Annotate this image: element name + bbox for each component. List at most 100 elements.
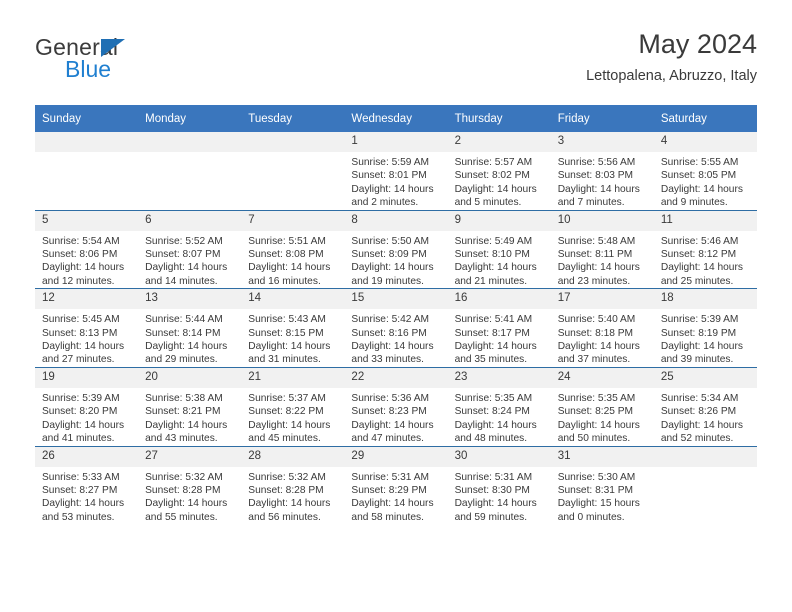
calendar-day-cell[interactable]: 13 Sunrise: 5:44 AM Sunset: 8:14 PM Dayligh…	[138, 288, 242, 368]
calendar-day-cell[interactable]: 30 Sunrise: 5:31 AM Sunset: 8:30 PM Dayligh…	[447, 445, 551, 525]
calendar-day-cell[interactable]: 18 Sunrise: 5:39 AM Sunset: 8:19 PM Dayligh…	[653, 288, 757, 368]
page-title: May 2024	[638, 29, 757, 59]
sunset-text: Sunset: 8:12 PM	[660, 249, 737, 261]
day-number: 30	[447, 446, 551, 467]
sunset-text: Sunset: 8:03 PM	[557, 170, 634, 182]
calendar-day-cell[interactable]: 19 Sunrise: 5:39 AM Sunset: 8:20 PM Dayligh…	[35, 366, 139, 446]
daylight-text: Daylight: 14 hours and 56 minutes.	[248, 498, 331, 523]
calendar-day-cell[interactable]: 9 Sunrise: 5:49 AM Sunset: 8:10 PM Daylight…	[447, 209, 551, 289]
calendar-day-cell[interactable]: 16 Sunrise: 5:41 AM Sunset: 8:17 PM Dayligh…	[447, 288, 551, 368]
daylight-text: Daylight: 14 hours and 43 minutes.	[145, 419, 228, 445]
calendar-day-cell[interactable]: 5 Sunrise: 5:54 AM Sunset: 8:06 PM Daylight…	[35, 209, 139, 289]
calendar-day-cell[interactable]: 15 Sunrise: 5:42 AM Sunset: 8:16 PM Dayligh…	[344, 288, 448, 368]
day-number: 19	[35, 367, 139, 388]
calendar-day-cell[interactable]: 7 Sunrise: 5:51 AM Sunset: 8:08 PM Daylight…	[241, 209, 345, 289]
calendar-day-cell[interactable]: 25 Sunrise: 5:34 AM Sunset: 8:26 PM Dayligh…	[653, 366, 757, 446]
calendar-day-cell[interactable]: 6 Sunrise: 5:52 AM Sunset: 8:07 PM Daylight…	[138, 209, 242, 289]
daylight-text: Daylight: 14 hours and 52 minutes.	[660, 419, 743, 445]
calendar-day-cell[interactable]: 4 Sunrise: 5:55 AM Sunset: 8:05 PM Daylight…	[653, 132, 757, 211]
calendar-day-cell-empty	[241, 132, 345, 211]
daylight-text: Daylight: 14 hours and 59 minutes.	[454, 498, 537, 523]
day-details: Sunrise: 5:54 AM Sunset: 8:06 PM Daylight:…	[35, 231, 138, 289]
calendar-day-cell[interactable]: 24 Sunrise: 5:35 AM Sunset: 8:25 PM Dayligh…	[550, 366, 654, 446]
calendar-day-cell[interactable]: 22 Sunrise: 5:36 AM Sunset: 8:23 PM Dayligh…	[344, 366, 448, 446]
calendar-day-cell[interactable]: 23 Sunrise: 5:35 AM Sunset: 8:24 PM Dayligh…	[447, 366, 551, 446]
page-subtitle: Lettopalena, Abruzzo, Italy	[586, 68, 757, 84]
sunrise-text: Sunrise: 5:30 AM	[557, 471, 636, 483]
calendar-day-cell[interactable]: 21 Sunrise: 5:37 AM Sunset: 8:22 PM Dayligh…	[241, 366, 345, 446]
day-number: 3	[550, 132, 654, 152]
day-number: 18	[653, 289, 757, 310]
sunset-text: Sunset: 8:01 PM	[351, 170, 427, 182]
sunset-text: Sunset: 8:28 PM	[248, 484, 324, 496]
calendar-day-cell[interactable]: 26 Sunrise: 5:33 AM Sunset: 8:27 PM Dayligh…	[35, 445, 139, 525]
daylight-text: Daylight: 14 hours and 23 minutes.	[557, 262, 640, 287]
calendar-week-row: 5 Sunrise: 5:54 AM Sunset: 8:06 PM Daylight…	[35, 209, 757, 289]
day-details: Sunrise: 5:45 AM Sunset: 8:13 PM Daylight:…	[35, 309, 138, 367]
sunrise-text: Sunrise: 5:35 AM	[557, 392, 636, 404]
calendar-header-row: Sunday Monday Tuesday Wednesday Thursday Frid…	[35, 105, 757, 132]
weekday-header-saturday: Saturday	[653, 105, 757, 132]
daylight-text: Daylight: 14 hours and 9 minutes.	[660, 183, 743, 209]
daylight-text: Daylight: 14 hours and 5 minutes.	[454, 183, 537, 209]
day-number: 22	[344, 367, 448, 388]
sunset-text: Sunset: 8:07 PM	[145, 249, 221, 261]
calendar-day-cell[interactable]: 14 Sunrise: 5:43 AM Sunset: 8:15 PM Dayligh…	[241, 288, 345, 368]
day-number: 31	[550, 446, 654, 467]
day-number: 14	[241, 289, 345, 310]
calendar-day-cell[interactable]: 11 Sunrise: 5:46 AM Sunset: 8:12 PM Dayligh…	[653, 209, 757, 289]
calendar-day-cell[interactable]: 31 Sunrise: 5:30 AM Sunset: 8:31 PM Dayligh…	[550, 445, 654, 525]
day-details: Sunrise: 5:38 AM Sunset: 8:21 PM Daylight:…	[138, 388, 241, 446]
daylight-text: Daylight: 14 hours and 19 minutes.	[351, 262, 434, 287]
day-details: Sunrise: 5:43 AM Sunset: 8:15 PM Daylight:…	[241, 309, 344, 367]
daylight-text: Daylight: 14 hours and 35 minutes.	[454, 341, 537, 366]
sunrise-text: Sunrise: 5:37 AM	[248, 392, 326, 404]
sunrise-text: Sunrise: 5:42 AM	[351, 314, 430, 326]
calendar-day-cell[interactable]: 8 Sunrise: 5:50 AM Sunset: 8:09 PM Daylight…	[344, 209, 448, 289]
calendar-week-row: 12 Sunrise: 5:45 AM Sunset: 8:13 PM Dayligh…	[35, 288, 757, 368]
calendar-day-cell[interactable]: 17 Sunrise: 5:40 AM Sunset: 8:18 PM Dayligh…	[550, 288, 654, 368]
sunset-text: Sunset: 8:21 PM	[145, 406, 221, 418]
daylight-text: Daylight: 14 hours and 27 minutes.	[42, 341, 125, 366]
day-number: 20	[138, 367, 242, 388]
day-number: 11	[653, 210, 757, 231]
calendar-day-cell[interactable]: 2 Sunrise: 5:57 AM Sunset: 8:02 PM Daylight…	[447, 132, 551, 211]
daylight-text: Daylight: 14 hours and 25 minutes.	[660, 262, 743, 287]
calendar-day-cell[interactable]: 10 Sunrise: 5:48 AM Sunset: 8:11 PM Dayligh…	[550, 209, 654, 289]
day-number: 5	[35, 210, 139, 231]
daylight-text: Daylight: 14 hours and 16 minutes.	[248, 262, 331, 287]
day-details: Sunrise: 5:55 AM Sunset: 8:05 PM Daylight:…	[654, 152, 757, 210]
calendar-day-cell[interactable]: 3 Sunrise: 5:56 AM Sunset: 8:03 PM Daylight…	[550, 132, 654, 211]
day-details: Sunrise: 5:31 AM Sunset: 8:29 PM Daylight:…	[344, 467, 447, 525]
daylight-text: Daylight: 14 hours and 2 minutes.	[351, 183, 434, 209]
day-details: Sunrise: 5:39 AM Sunset: 8:20 PM Daylight:…	[35, 388, 138, 446]
day-details: Sunrise: 5:32 AM Sunset: 8:28 PM Daylight:…	[241, 467, 344, 525]
weekday-header-sunday: Sunday	[35, 105, 139, 132]
sunrise-text: Sunrise: 5:39 AM	[660, 314, 739, 326]
sunrise-text: Sunrise: 5:32 AM	[145, 471, 223, 483]
calendar-day-cell[interactable]: 28 Sunrise: 5:32 AM Sunset: 8:28 PM Dayligh…	[241, 445, 345, 525]
sunrise-text: Sunrise: 5:44 AM	[145, 314, 223, 326]
sunset-text: Sunset: 8:13 PM	[42, 327, 118, 339]
sunrise-text: Sunrise: 5:57 AM	[454, 157, 533, 168]
day-details: Sunrise: 5:50 AM Sunset: 8:09 PM Daylight:…	[344, 231, 447, 289]
day-details: Sunrise: 5:34 AM Sunset: 8:26 PM Daylight:…	[654, 388, 757, 446]
sunset-text: Sunset: 8:27 PM	[42, 484, 118, 496]
calendar-day-cell[interactable]: 20 Sunrise: 5:38 AM Sunset: 8:21 PM Dayligh…	[138, 366, 242, 446]
calendar-day-cell[interactable]: 27 Sunrise: 5:32 AM Sunset: 8:28 PM Dayligh…	[138, 445, 242, 525]
sunrise-text: Sunrise: 5:36 AM	[351, 392, 430, 404]
sunrise-text: Sunrise: 5:40 AM	[557, 314, 636, 326]
day-number: 4	[653, 132, 757, 152]
daylight-text: Daylight: 14 hours and 55 minutes.	[145, 498, 228, 523]
calendar-day-cell[interactable]: 1 Sunrise: 5:59 AM Sunset: 8:01 PM Daylight…	[344, 132, 448, 211]
weekday-header-friday: Friday	[550, 105, 654, 132]
calendar-week-row: 26 Sunrise: 5:33 AM Sunset: 8:27 PM Dayligh…	[35, 445, 757, 525]
day-details: Sunrise: 5:35 AM Sunset: 8:24 PM Daylight:…	[448, 388, 551, 446]
calendar-day-cell[interactable]: 29 Sunrise: 5:31 AM Sunset: 8:29 PM Dayligh…	[344, 445, 448, 525]
calendar-day-cell[interactable]: 12 Sunrise: 5:45 AM Sunset: 8:13 PM Dayligh…	[35, 288, 139, 368]
day-details: Sunrise: 5:49 AM Sunset: 8:10 PM Daylight:…	[448, 231, 551, 289]
sunset-text: Sunset: 8:26 PM	[660, 406, 737, 418]
daylight-text: Daylight: 14 hours and 37 minutes.	[557, 341, 640, 366]
day-details: Sunrise: 5:39 AM Sunset: 8:19 PM Daylight:…	[654, 309, 757, 367]
daylight-text: Daylight: 14 hours and 33 minutes.	[351, 341, 434, 366]
